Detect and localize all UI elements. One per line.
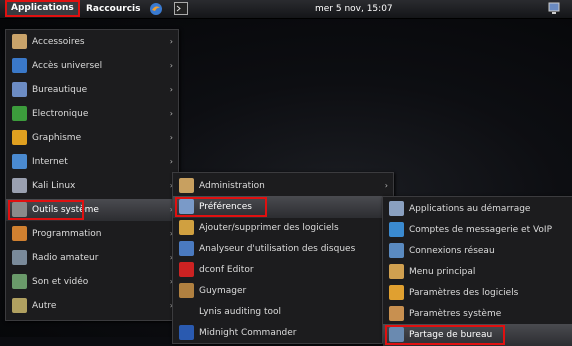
raccourcis-menu-button[interactable]: Raccourcis — [86, 1, 140, 17]
kali-icon — [12, 178, 27, 193]
system-item-analyseur-d-utilisation-des-disques[interactable]: Analyseur d'utilisation des disques — [173, 238, 393, 260]
menu-item-outils-système[interactable]: Outils système› — [6, 199, 178, 221]
package-icon — [179, 220, 194, 235]
electronics-icon — [12, 106, 27, 121]
system-item-guymager[interactable]: Guymager — [173, 280, 393, 302]
system-item-label: Ajouter/supprimer des logiciels — [199, 223, 339, 233]
submenu-arrow-icon: › — [169, 85, 173, 94]
menu-item-label: Bureautique — [32, 85, 88, 95]
menu-item-label: Kali Linux — [32, 181, 76, 191]
system-item-midnight-commander[interactable]: Midnight Commander — [173, 322, 393, 344]
system-item-label: Midnight Commander — [199, 328, 297, 338]
menu-item-label: Electronique — [32, 109, 89, 119]
software-settings-icon — [389, 285, 404, 300]
prefs-item-partage-de-bureau[interactable]: Partage de bureau — [383, 324, 572, 346]
menu-item-electronique[interactable]: Electronique › — [6, 103, 178, 125]
prefs-item-label: Paramètres des logiciels — [409, 288, 519, 298]
prefs-item-label: Comptes de messagerie et VoIP — [409, 225, 553, 235]
browser-icon[interactable] — [149, 2, 163, 16]
menu-item-autre[interactable]: Autre› — [6, 295, 178, 317]
applications-menu: Accessoires › Accès universel › Bureautique ›… — [5, 29, 179, 321]
menu-item-programmation[interactable]: Programmation› — [6, 223, 178, 245]
submenu-arrow-icon: › — [169, 133, 173, 142]
menu-item-accessoires[interactable]: Accessoires › — [6, 31, 178, 53]
radio-icon — [12, 250, 27, 265]
submenu-arrow-icon: › — [169, 157, 173, 166]
menu-item-label: Accès universel — [32, 61, 103, 71]
main-menu-icon — [389, 264, 404, 279]
system-tools-submenu: Administration › Préférences› Ajouter/suppr… — [172, 172, 394, 344]
network-status-icon[interactable] — [548, 2, 560, 15]
menu-item-label: Programmation — [32, 229, 102, 239]
prefs-item-label: Menu principal — [409, 267, 476, 277]
dconf-icon — [179, 262, 194, 277]
menu-item-kali-linux[interactable]: Kali Linux› — [6, 175, 178, 197]
other-icon — [12, 298, 27, 313]
menu-item-label: Accessoires — [32, 37, 85, 47]
chat-accounts-icon — [389, 222, 404, 237]
system-settings-icon — [389, 306, 404, 321]
disk-usage-icon — [179, 241, 194, 256]
menu-item-accès-universel[interactable]: Accès universel › — [6, 55, 178, 77]
submenu-arrow-icon: › — [384, 181, 388, 190]
menu-item-radio-amateur[interactable]: Radio amateur› — [6, 247, 178, 269]
submenu-arrow-icon: › — [169, 109, 173, 118]
menu-item-label: Autre — [32, 301, 57, 311]
highlight-box — [175, 197, 267, 217]
network-icon — [389, 243, 404, 258]
menu-item-label: Son et vidéo — [32, 277, 89, 287]
prefs-item-menu-principal[interactable]: Menu principal — [383, 261, 572, 283]
top-panel: Applications Raccourcis mer 5 nov, 15:07 — [0, 0, 572, 19]
menu-item-label: Graphisme — [32, 133, 82, 143]
menu-item-son-et-vidéo[interactable]: Son et vidéo› — [6, 271, 178, 293]
midnight-commander-icon — [179, 325, 194, 340]
submenu-arrow-icon: › — [169, 61, 173, 70]
programming-icon — [12, 226, 27, 241]
menu-item-label: Internet — [32, 157, 68, 167]
accessibility-icon — [12, 58, 27, 73]
menu-item-label: Radio amateur — [32, 253, 99, 263]
prefs-item-label: Applications au démarrage — [409, 204, 531, 214]
menu-item-internet[interactable]: Internet › — [6, 151, 178, 173]
system-item-label: dconf Editor — [199, 265, 254, 275]
startup-apps-icon — [389, 201, 404, 216]
menu-item-bureautique[interactable]: Bureautique › — [6, 79, 178, 101]
prefs-item-comptes-de-messagerie-et-voip[interactable]: Comptes de messagerie et VoIP — [383, 219, 572, 241]
system-item-administration[interactable]: Administration › — [173, 175, 393, 197]
clock[interactable]: mer 5 nov, 15:07 — [315, 1, 393, 17]
system-item-label: Guymager — [199, 286, 247, 296]
system-item-dconf-editor[interactable]: dconf Editor — [173, 259, 393, 281]
prefs-item-label: Connexions réseau — [409, 246, 495, 256]
system-item-ajouter-supprimer-des-logiciels[interactable]: Ajouter/supprimer des logiciels — [173, 217, 393, 239]
preferences-submenu: Applications au démarrage Comptes de mess… — [382, 196, 572, 346]
accessories-icon — [12, 34, 27, 49]
prefs-item-connexions-réseau[interactable]: Connexions réseau — [383, 240, 572, 262]
applications-menu-button[interactable]: Applications — [5, 0, 80, 17]
administration-icon — [179, 178, 194, 193]
highlight-box — [8, 200, 84, 220]
prefs-item-applications-au-démarrage[interactable]: Applications au démarrage — [383, 198, 572, 220]
system-item-label: Analyseur d'utilisation des disques — [199, 244, 356, 254]
system-item-label: Administration — [199, 181, 265, 191]
submenu-arrow-icon: › — [169, 37, 173, 46]
system-item-préférences[interactable]: Préférences› — [173, 196, 393, 218]
prefs-item-paramètres-des-logiciels[interactable]: Paramètres des logiciels — [383, 282, 572, 304]
prefs-item-paramètres-système[interactable]: Paramètres système — [383, 303, 572, 325]
terminal-icon[interactable] — [174, 2, 188, 15]
system-item-label: Lynis auditing tool — [199, 307, 282, 317]
graphics-icon — [12, 130, 27, 145]
globe-icon — [12, 154, 27, 169]
menu-item-graphisme[interactable]: Graphisme › — [6, 127, 178, 149]
system-item-lynis-auditing-tool[interactable]: Lynis auditing tool — [173, 301, 393, 323]
highlight-box — [385, 325, 505, 345]
multimedia-icon — [12, 274, 27, 289]
guymager-icon — [179, 283, 194, 298]
prefs-item-label: Paramètres système — [409, 309, 502, 319]
office-icon — [12, 82, 27, 97]
